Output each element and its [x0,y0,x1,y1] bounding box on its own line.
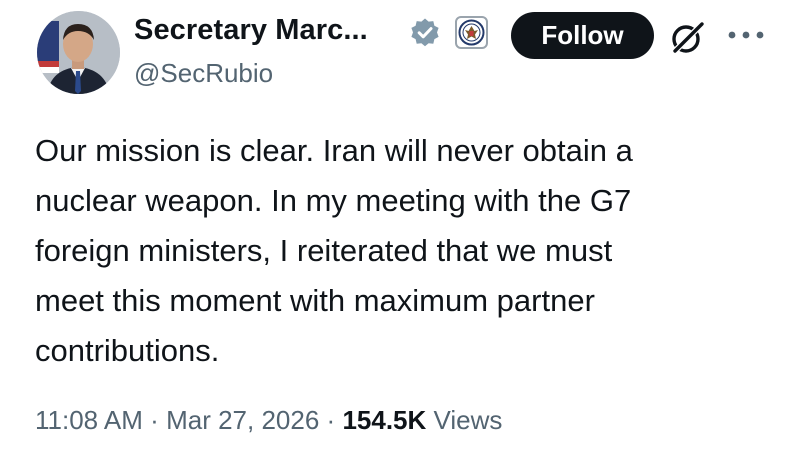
grok-icon[interactable] [669,20,705,56]
verified-badge-icon [411,18,439,47]
author-display-name[interactable]: Secretary Marc... [134,14,368,47]
follow-button[interactable]: Follow [511,12,654,59]
more-options-icon[interactable] [727,29,765,41]
tweet-text-line: meet this moment with maximum partner [35,283,595,318]
state-department-seal-icon [455,16,488,49]
tweet-meta: 11:08 AM · Mar 27, 2026 · 154.5K Views [35,405,502,436]
tweet-text-line: foreign ministers, I reiterated that we … [35,233,613,268]
tweet-time[interactable]: 11:08 AM [35,405,143,435]
views-count[interactable]: 154.5K [342,405,426,435]
author-handle[interactable]: @SecRubio [134,58,273,89]
avatar-photo [37,11,120,94]
tweet-date[interactable]: Mar 27, 2026 [166,405,319,435]
avatar[interactable] [37,11,120,94]
tweet-text-line: contributions. [35,333,220,368]
meta-separator: · [326,405,336,435]
tweet-text-line: Our mission is clear. Iran will never ob… [35,133,633,168]
views-label: Views [433,405,503,435]
tweet-text: Our mission is clear. Iran will never ob… [35,126,745,376]
tweet-text-line: nuclear weapon. In my meeting with the G… [35,183,632,218]
meta-separator: · [150,405,159,435]
